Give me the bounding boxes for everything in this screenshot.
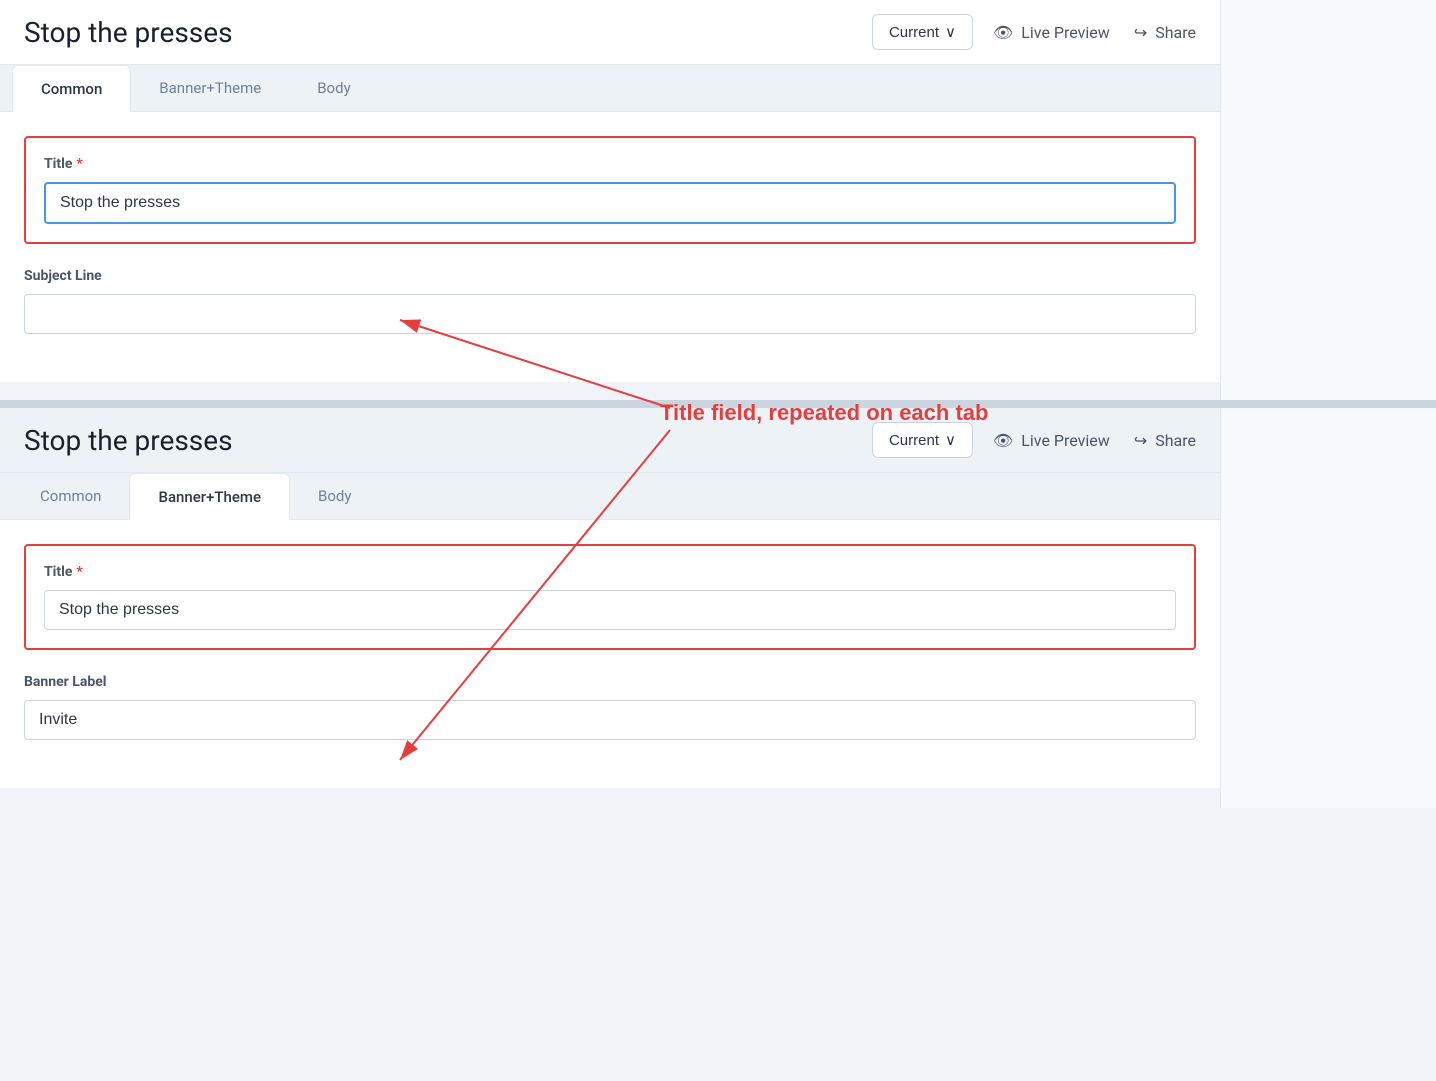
tab-common-label-2: Common bbox=[40, 487, 101, 505]
share-button-1[interactable]: ↪ Share bbox=[1134, 23, 1196, 42]
panel-divider bbox=[0, 400, 1436, 408]
chevron-down-icon-2: ∨ bbox=[945, 431, 956, 449]
sidebar-right-2 bbox=[1220, 408, 1436, 808]
banner-label-input[interactable] bbox=[24, 700, 1196, 740]
title-input-1[interactable] bbox=[44, 182, 1176, 224]
tab-common-label-1: Common bbox=[41, 80, 102, 98]
page-wrapper: Stop the presses Current ∨ 👁 Live Previe… bbox=[0, 0, 1436, 1081]
tabs-panel-2: Common Banner+Theme Body bbox=[0, 473, 1220, 520]
share-icon-2: ↪ bbox=[1134, 431, 1147, 450]
title-section-box-1: Title * bbox=[24, 136, 1196, 244]
tab-body-2[interactable]: Body bbox=[290, 473, 379, 519]
subject-line-input-1[interactable] bbox=[24, 294, 1196, 334]
panel-1-content: Title * Subject Line bbox=[0, 112, 1220, 382]
panel-2-content: Title * Banner Label bbox=[0, 520, 1220, 788]
subject-line-label-1: Subject Line bbox=[24, 268, 1196, 284]
title-label-1: Title * bbox=[44, 156, 1176, 172]
tab-banner-theme-label-2: Banner+Theme bbox=[158, 488, 261, 506]
banner-label-group: Banner Label bbox=[24, 674, 1196, 740]
tab-body-1[interactable]: Body bbox=[289, 65, 378, 111]
panel-2-main: Stop the presses Current ∨ 👁 Live Previe… bbox=[0, 408, 1220, 808]
live-preview-button-2[interactable]: 👁 Live Preview bbox=[993, 431, 1110, 450]
banner-label-label: Banner Label bbox=[24, 674, 1196, 690]
live-preview-button-1[interactable]: 👁 Live Preview bbox=[993, 23, 1110, 42]
share-label-1: Share bbox=[1155, 23, 1196, 42]
title-input-2[interactable] bbox=[44, 590, 1176, 630]
eye-icon-1: 👁 bbox=[993, 23, 1013, 42]
share-icon-1: ↪ bbox=[1134, 23, 1147, 42]
tab-common-2[interactable]: Common bbox=[12, 473, 129, 519]
tab-common-1[interactable]: Common bbox=[12, 65, 131, 112]
current-label-1: Current bbox=[889, 24, 939, 41]
eye-icon-2: 👁 bbox=[993, 431, 1013, 450]
panel-2-wrapper: Stop the presses Current ∨ 👁 Live Previe… bbox=[0, 408, 1436, 808]
share-label-2: Share bbox=[1155, 431, 1196, 450]
panel-1-main: Stop the presses Current ∨ 👁 Live Previe… bbox=[0, 0, 1220, 400]
subject-line-group-1: Subject Line bbox=[24, 268, 1196, 334]
header-1: Stop the presses Current ∨ 👁 Live Previe… bbox=[0, 0, 1220, 65]
header-actions-1: 👁 Live Preview ↪ Share bbox=[993, 23, 1196, 42]
page-title-1: Stop the presses bbox=[24, 16, 852, 49]
required-star-1: * bbox=[76, 156, 82, 172]
tab-body-label-2: Body bbox=[318, 487, 351, 505]
panel-1-wrapper: Stop the presses Current ∨ 👁 Live Previe… bbox=[0, 0, 1436, 400]
title-label-2: Title * bbox=[44, 564, 1176, 580]
current-label-2: Current bbox=[889, 432, 939, 449]
current-button-2[interactable]: Current ∨ bbox=[872, 422, 973, 458]
chevron-down-icon-1: ∨ bbox=[945, 23, 956, 41]
header-actions-2: 👁 Live Preview ↪ Share bbox=[993, 431, 1196, 450]
tab-banner-theme-1[interactable]: Banner+Theme bbox=[131, 65, 289, 111]
tab-banner-theme-label-1: Banner+Theme bbox=[159, 79, 261, 97]
tabs-panel-1: Common Banner+Theme Body bbox=[0, 65, 1220, 112]
live-preview-label-1: Live Preview bbox=[1021, 23, 1110, 42]
tab-banner-theme-2[interactable]: Banner+Theme bbox=[129, 473, 290, 520]
header-2: Stop the presses Current ∨ 👁 Live Previe… bbox=[0, 408, 1220, 473]
live-preview-label-2: Live Preview bbox=[1021, 431, 1110, 450]
sidebar-right-1 bbox=[1220, 0, 1436, 400]
page-title-2: Stop the presses bbox=[24, 424, 852, 457]
title-section-box-2: Title * bbox=[24, 544, 1196, 650]
required-star-2: * bbox=[76, 564, 82, 580]
share-button-2[interactable]: ↪ Share bbox=[1134, 431, 1196, 450]
current-button-1[interactable]: Current ∨ bbox=[872, 14, 973, 50]
tab-body-label-1: Body bbox=[317, 79, 350, 97]
